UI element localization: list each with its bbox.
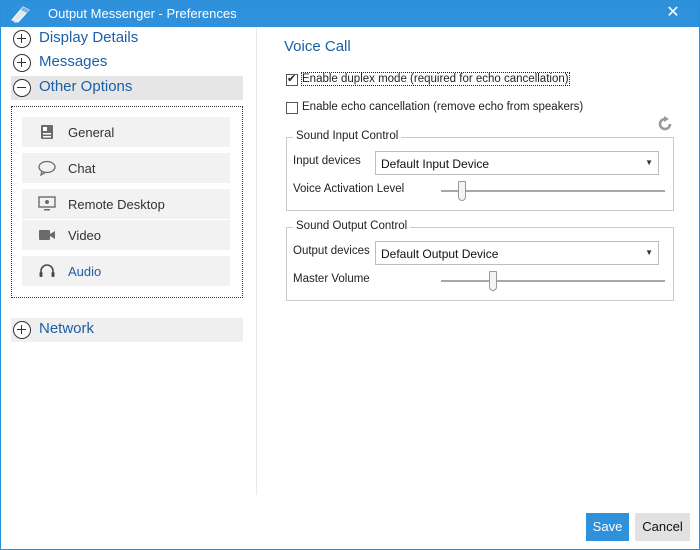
slider-thumb[interactable]: [458, 181, 466, 201]
category-label: Other Options: [39, 78, 133, 95]
output-devices-label: Output devices: [293, 245, 370, 257]
category-label: Messages: [39, 53, 108, 70]
category-label: Display Details: [39, 29, 139, 46]
sidebar-item-remote-desktop[interactable]: Remote Desktop: [22, 189, 230, 219]
sidebar-item-chat[interactable]: Chat: [22, 153, 230, 183]
checkbox-label: Enable duplex mode (required for echo ca…: [301, 72, 570, 86]
window-title: Output Messenger - Preferences: [48, 6, 237, 21]
sound-output-group: Sound Output Control Output devices Defa…: [286, 220, 674, 301]
duplex-mode-checkbox[interactable]: Enable duplex mode (required for echo ca…: [286, 72, 576, 89]
expand-icon: [13, 30, 31, 48]
headset-icon: [39, 264, 55, 277]
checkbox-checked[interactable]: [286, 72, 298, 86]
selected-value: Default Input Device: [381, 157, 490, 171]
sidebar-item-label: Chat: [68, 161, 96, 176]
expand-icon: [13, 321, 31, 339]
slider-thumb[interactable]: [489, 271, 497, 291]
master-volume-label: Master Volume: [293, 273, 370, 285]
sidebar-divider: [256, 27, 257, 495]
sidebar-item-general[interactable]: General: [22, 117, 230, 147]
master-volume-slider[interactable]: [441, 271, 665, 291]
sidebar: Display Details Messages Other Options G…: [2, 27, 256, 497]
input-devices-label: Input devices: [293, 155, 361, 167]
category-messages[interactable]: Messages: [11, 51, 243, 75]
group-legend: Sound Output Control: [293, 220, 411, 232]
voice-activation-label: Voice Activation Level: [293, 183, 405, 195]
expand-icon: [13, 54, 31, 72]
output-device-select[interactable]: Default Output Device ▼: [375, 241, 659, 265]
checkbox-unchecked[interactable]: [286, 102, 298, 114]
app-logo-icon: [11, 6, 30, 23]
refresh-icon[interactable]: [657, 116, 673, 132]
section-title: Voice Call: [284, 38, 351, 55]
title-bar: Output Messenger - Preferences ✕: [1, 1, 699, 27]
echo-cancellation-checkbox[interactable]: Enable echo cancellation (remove echo fr…: [286, 101, 586, 117]
dropdown-arrow-icon: ▼: [645, 158, 653, 167]
dropdown-arrow-icon: ▼: [645, 248, 653, 257]
checkbox-label: Enable echo cancellation (remove echo fr…: [302, 101, 584, 113]
category-label: Network: [39, 320, 95, 337]
chat-bubble-icon: [38, 160, 56, 176]
sidebar-item-label: Remote Desktop: [68, 197, 165, 212]
slider-track: [441, 190, 665, 192]
sidebar-item-label: Audio: [68, 264, 102, 279]
cancel-button[interactable]: Cancel: [635, 513, 690, 541]
other-options-panel: General Chat Remote Desktop Video Audio: [11, 106, 243, 298]
voice-activation-slider[interactable]: [441, 181, 665, 201]
category-other-options[interactable]: Other Options: [11, 76, 243, 100]
monitor-icon: [38, 196, 56, 211]
sidebar-item-label: General: [68, 125, 115, 140]
id-card-icon: [41, 125, 53, 139]
group-legend: Sound Input Control: [293, 130, 402, 142]
category-network[interactable]: Network: [11, 318, 243, 342]
category-display-details[interactable]: Display Details: [11, 27, 243, 51]
input-device-select[interactable]: Default Input Device ▼: [375, 151, 659, 175]
sidebar-item-label: Video: [68, 228, 102, 243]
sidebar-item-video[interactable]: Video: [22, 220, 230, 250]
slider-track: [441, 280, 665, 282]
close-icon[interactable]: ✕: [665, 4, 681, 22]
collapse-icon: [13, 79, 31, 97]
save-button[interactable]: Save: [586, 513, 629, 541]
selected-value: Default Output Device: [381, 247, 499, 261]
video-camera-icon: [39, 230, 55, 240]
sound-input-group: Sound Input Control Input devices Defaul…: [286, 130, 674, 211]
sidebar-item-audio[interactable]: Audio: [22, 256, 230, 286]
preferences-window: Output Messenger - Preferences ✕ Display…: [0, 0, 700, 550]
